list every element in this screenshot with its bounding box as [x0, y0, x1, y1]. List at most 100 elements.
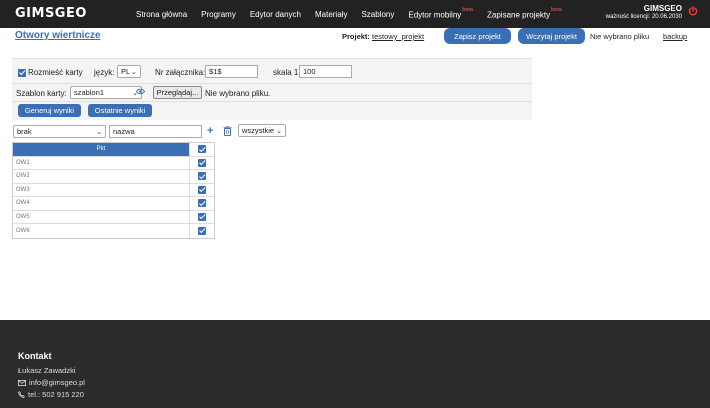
chevron-down-icon: ⌄: [131, 68, 137, 76]
contact-person: Łukasz Zawadzki: [18, 366, 76, 375]
scope-select[interactable]: wszystkie ⌄: [238, 124, 286, 137]
row-checkbox[interactable]: [198, 212, 206, 221]
template-row: Szablon karty: szablon1 ⌄ Przeglądaj... N…: [12, 84, 532, 102]
beta-badge: beta: [551, 7, 562, 13]
project-info: Projekt: testowy_projekt: [342, 32, 424, 41]
row-checkbox-cell: [189, 156, 214, 169]
nav-item-saved-projects[interactable]: Zapisane projektybeta: [487, 7, 562, 20]
select-all-checkbox[interactable]: [198, 145, 206, 154]
footer-title: Kontakt: [18, 351, 52, 361]
project-label: Projekt:: [342, 32, 370, 41]
nav-label: Edytor danych: [249, 10, 301, 19]
power-icon[interactable]: [688, 6, 698, 16]
row-checkbox-cell: [189, 224, 214, 238]
place-cards-option[interactable]: Rozmieść karty: [18, 68, 83, 77]
row-checkbox-cell: [189, 183, 214, 196]
point-name: OW5: [16, 213, 30, 220]
filter-field-select[interactable]: brak ⌄: [13, 125, 106, 138]
top-navbar: GIMSGEO Strona główna Programy Edytor da…: [0, 0, 710, 28]
place-cards-checkbox[interactable]: [18, 68, 26, 77]
template-select[interactable]: szablon1 ⌄: [70, 86, 142, 99]
point-name: OW1: [16, 159, 30, 166]
project-file-status: Nie wybrano pliku: [590, 32, 650, 41]
nav-label: Strona główna: [136, 10, 188, 19]
nav-label: Programy: [201, 10, 236, 19]
envelope-icon: [18, 379, 26, 386]
row-checkbox-cell: [189, 210, 214, 223]
nav-item-programs[interactable]: Programy: [201, 10, 236, 20]
select-all-cell: [189, 143, 214, 156]
row-checkbox[interactable]: [198, 185, 206, 194]
options-panel: Rozmieść karty język: PL ⌄ Nr załącznika:…: [12, 58, 532, 120]
save-project-button[interactable]: Zapisz projekt: [444, 28, 511, 44]
chevron-down-icon: ⌄: [276, 127, 282, 135]
beta-badge: beta: [462, 7, 473, 13]
project-name-link[interactable]: testowy_projekt: [372, 32, 424, 41]
template-value: szablon1: [74, 88, 105, 97]
nav-item-home[interactable]: Strona główna: [136, 10, 187, 20]
browse-button[interactable]: Przeglądaj...: [153, 86, 202, 99]
table-row: OW4: [13, 197, 214, 211]
account-info: GIMSGEO ważność licencji: 20.06.2030: [606, 4, 682, 20]
page-title[interactable]: Otwory wiertnicze: [15, 30, 101, 41]
row-checkbox-cell: [189, 197, 214, 210]
filter-field-value: brak: [17, 127, 32, 136]
scope-value: wszystkie: [242, 126, 275, 135]
attachment-input[interactable]: $1$: [205, 65, 258, 78]
contact-phone-number[interactable]: tel.: 502 915 220: [28, 390, 84, 399]
language-value: PL: [121, 67, 131, 76]
point-name: OW4: [16, 200, 30, 207]
contact-email: info@gimsgeo.pl: [18, 378, 85, 387]
table-header-row: Pkt: [13, 143, 214, 157]
language-label: język:: [94, 68, 115, 77]
nav-label: Zapisane projekty: [487, 10, 551, 20]
chevron-down-icon: ⌄: [96, 128, 102, 136]
table-row: OW5: [13, 210, 214, 224]
contact-phone: tel.: 502 915 220: [18, 390, 84, 399]
nav-item-materials[interactable]: Materiały: [315, 10, 347, 20]
table-row: OW6: [13, 224, 214, 238]
table-row: OW2: [13, 170, 214, 184]
row-checkbox[interactable]: [198, 226, 206, 235]
nav-label: Materiały: [314, 10, 348, 19]
column-header-pkt[interactable]: Pkt: [13, 143, 189, 156]
plus-icon[interactable]: +: [207, 126, 213, 137]
eye-icon[interactable]: [136, 88, 145, 95]
trash-icon[interactable]: [223, 126, 232, 136]
logo[interactable]: GIMSGEO: [15, 6, 87, 21]
last-results-button[interactable]: Ostatnie wyniki: [88, 104, 152, 117]
scale-label: skala 1:: [273, 68, 301, 77]
actions-row: Generuj wyniki Ostatnie wyniki: [12, 102, 532, 120]
generate-results-button[interactable]: Generuj wyniki: [18, 104, 81, 117]
point-name: OW6: [16, 227, 30, 234]
load-project-button[interactable]: Wczytaj projekt: [518, 28, 585, 44]
footer: Kontakt Łukasz Zawadzki info@gimsgeo.pl …: [0, 320, 710, 408]
main-nav: Strona główna Programy Edytor danych Mat…: [136, 7, 576, 20]
nav-item-templates[interactable]: Szablony: [361, 10, 394, 20]
place-cards-label: Rozmieść karty: [28, 68, 83, 77]
template-label: Szablon karty:: [16, 89, 67, 98]
language-select[interactable]: PL ⌄: [117, 65, 141, 78]
nav-item-data-editor[interactable]: Edytor danych: [250, 10, 301, 20]
contact-email-address[interactable]: info@gimsgeo.pl: [29, 378, 85, 387]
table-row: OW3: [13, 183, 214, 197]
filter-name-input[interactable]: nazwa: [109, 125, 202, 138]
row-checkbox[interactable]: [198, 172, 206, 181]
point-name: OW3: [16, 186, 30, 193]
backup-link[interactable]: backup: [663, 32, 687, 41]
contact-person-name: Łukasz Zawadzki: [18, 366, 76, 375]
row-checkbox[interactable]: [198, 199, 206, 208]
options-row: Rozmieść karty język: PL ⌄ Nr załącznika:…: [12, 58, 532, 84]
account-name: GIMSGEO: [643, 4, 682, 13]
points-table: Pkt OW1 OW2 OW3 OW4 OW5 OW6: [12, 142, 215, 239]
nav-label: Szablony: [361, 10, 395, 19]
phone-icon: [18, 391, 25, 398]
row-checkbox[interactable]: [198, 158, 206, 167]
point-name: OW2: [16, 173, 30, 180]
nav-item-mobile-editor[interactable]: Edytor mobilnybeta: [408, 7, 473, 20]
scale-input[interactable]: 100: [299, 65, 352, 78]
row-checkbox-cell: [189, 170, 214, 183]
template-file-status: Nie wybrano pliku.: [205, 89, 271, 98]
license-validity: ważność licencji: 20.06.2030: [605, 14, 682, 20]
attachment-label: Nr załącznika:: [155, 68, 206, 77]
